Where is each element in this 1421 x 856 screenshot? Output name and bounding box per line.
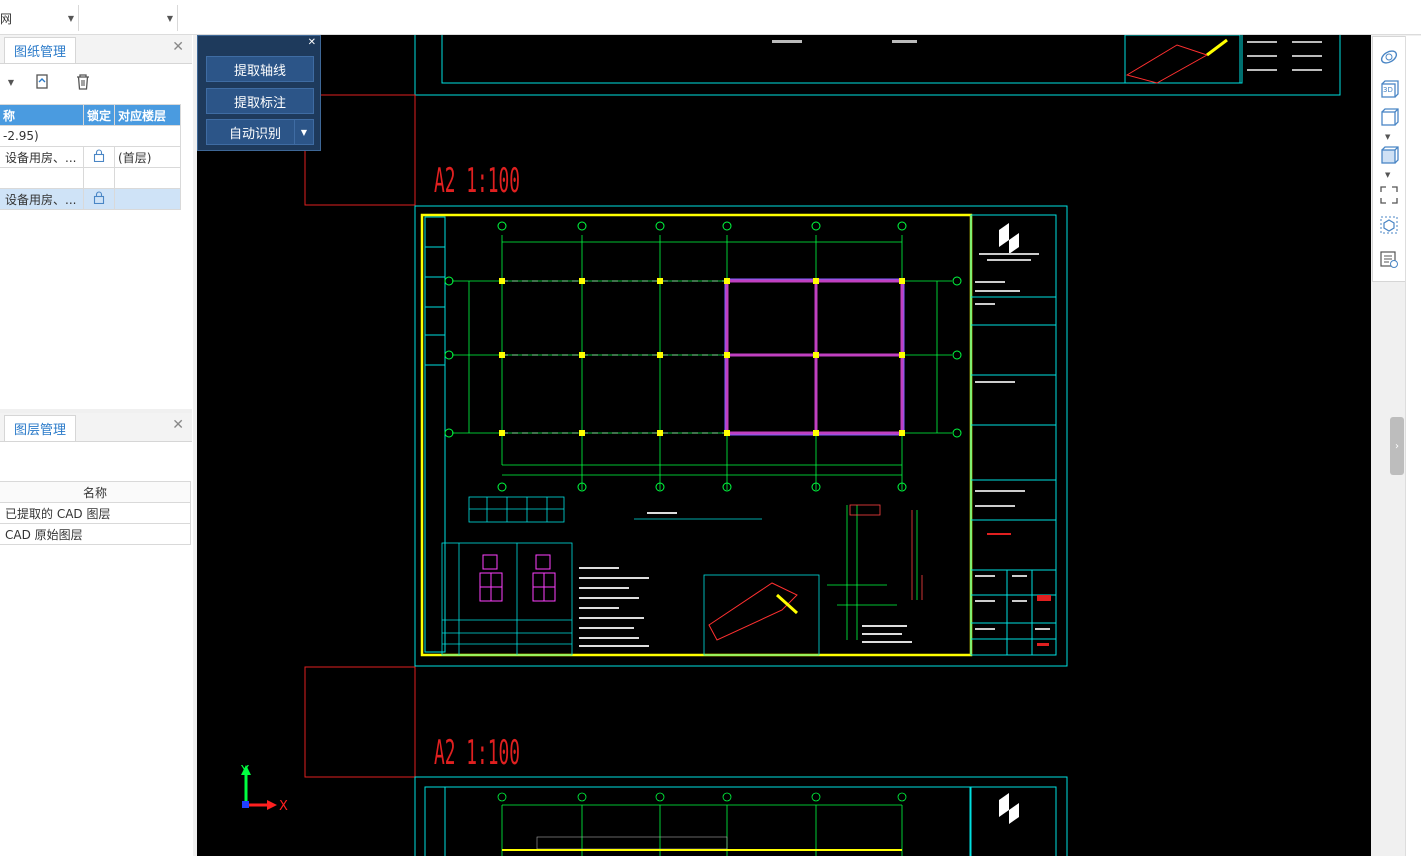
table-row[interactable]: 已提取的 CAD 图层 [0, 502, 191, 524]
close-icon[interactable]: ✕ [172, 417, 184, 433]
tab-drawing-management[interactable]: 图纸管理 [4, 37, 76, 63]
chevron-down-icon[interactable]: ▼ [294, 120, 313, 144]
sheet-scale-label-2: A2 1:100 [434, 733, 520, 773]
ucs-axis-indicator: Y X [240, 764, 288, 814]
chevron-down-icon[interactable]: ▼ [1385, 133, 1390, 141]
delete-icon[interactable] [72, 71, 94, 93]
solid-cube-icon[interactable] [1379, 145, 1399, 165]
3d-label: 3D [1383, 86, 1393, 94]
replace-drawing-icon[interactable] [31, 71, 53, 93]
table-header-row: 称 锁定 对应楼层 [0, 104, 181, 126]
table-cell [0, 167, 84, 189]
column-header-name: 名称 [0, 481, 191, 503]
lock-icon[interactable] [82, 188, 116, 210]
collapse-right-handle[interactable]: › [1390, 417, 1404, 475]
table-row[interactable]: CAD 原始图层 [0, 523, 191, 545]
table-cell [114, 167, 181, 189]
table-cell: -2.95) [0, 125, 181, 147]
table-row[interactable]: 设备用房、... (首层) [0, 146, 181, 168]
close-icon[interactable]: ✕ [308, 37, 316, 48]
table-header-row: 名称 [0, 481, 191, 503]
orbit-icon[interactable] [1379, 47, 1399, 67]
auto-recognize-button[interactable]: 自动识别 ▼ [206, 119, 314, 145]
auto-recognize-label: 自动识别 [229, 126, 282, 142]
red-frames [304, 94, 416, 778]
column-header-floor: 对应楼层 [114, 104, 181, 126]
chevron-down-icon: ▼ [67, 13, 74, 23]
chevron-down-icon: ▼ [166, 13, 173, 23]
right-edge-panel [1405, 36, 1421, 856]
table-cell: 设备用房、... [0, 146, 84, 168]
view-toolbar: 3D ▼ ▼ [1372, 36, 1406, 282]
view-combo-value: 网 [0, 11, 13, 26]
column-header-lock: 锁定 [82, 104, 116, 126]
drawing-panel-header: 图纸管理 ✕ [0, 35, 192, 64]
sheet-top [414, 35, 1341, 96]
extract-annotation-button[interactable]: 提取标注 [206, 88, 314, 114]
extract-panel: ✕ 提取轴线 提取标注 自动识别 ▼ [197, 35, 321, 151]
cad-canvas[interactable]: A2 1:100 A2 1:100 Y X [197, 35, 1371, 856]
floor-combo[interactable]: ▼ [79, 5, 178, 31]
table-cell [82, 167, 116, 189]
column-header-name: 称 [0, 104, 84, 126]
lock-icon[interactable] [82, 146, 116, 168]
chevron-down-icon[interactable]: ▼ [1385, 171, 1390, 179]
tab-layer-management[interactable]: 图层管理 [4, 415, 76, 441]
close-icon[interactable]: ✕ [172, 39, 184, 55]
table-cell: 设备用房、... [0, 188, 84, 210]
sheet-main [414, 205, 1068, 667]
left-column: 图纸管理 ✕ ▼ 称 锁定 对应楼层 -2.95) 设备用房、... (首层) [0, 35, 193, 856]
table-cell [114, 188, 181, 210]
drawing-table: 称 锁定 对应楼层 -2.95) 设备用房、... (首层) 设备用房、... [0, 104, 181, 210]
cad-drawing: A2 1:100 A2 1:100 Y X [240, 35, 1341, 856]
table-row[interactable]: 设备用房、... [0, 188, 181, 210]
table-cell: 已提取的 CAD 图层 [0, 502, 191, 524]
box-select-icon[interactable] [1379, 215, 1399, 235]
layer-view-icon[interactable] [1379, 249, 1399, 269]
axis-x-label: X [279, 799, 288, 814]
sheet-scale-label-1: A2 1:100 [434, 161, 520, 201]
top-toolbar: 网 ▼ ▼ [0, 0, 1421, 35]
cube-view-icon[interactable] [1379, 107, 1399, 127]
dropdown-arrow-icon[interactable]: ▼ [0, 71, 22, 93]
table-row[interactable] [0, 167, 181, 189]
layer-table: 名称 已提取的 CAD 图层 CAD 原始图层 [0, 481, 191, 545]
3d-view-icon[interactable]: 3D [1379, 79, 1399, 99]
table-cell: CAD 原始图层 [0, 523, 191, 545]
sheet-bottom [414, 776, 1068, 856]
axis-y-label: Y [240, 764, 249, 779]
table-cell: (首层) [114, 146, 181, 168]
layer-panel-header: 图层管理 ✕ [0, 413, 192, 442]
table-row[interactable]: -2.95) [0, 125, 181, 147]
fullscreen-icon[interactable] [1379, 185, 1399, 205]
extract-axis-button[interactable]: 提取轴线 [206, 56, 314, 82]
view-combo[interactable]: 网 ▼ [0, 5, 79, 31]
